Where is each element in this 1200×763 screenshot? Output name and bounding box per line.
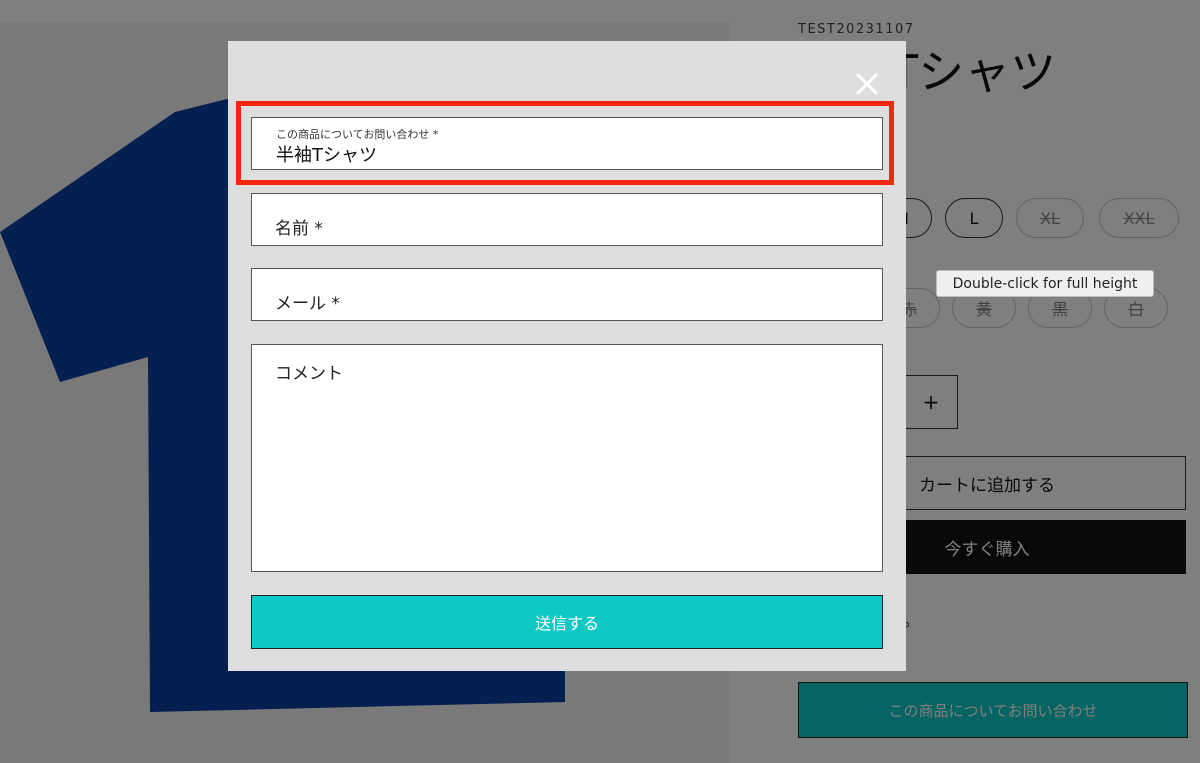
inquiry-modal: この商品についてお問い合わせ * 半袖Tシャツ 名前 * メール * コメント … xyxy=(228,41,906,671)
email-field-placeholder: メール * xyxy=(275,294,340,314)
comment-field[interactable]: コメント xyxy=(251,344,883,572)
product-inquiry-field-label: この商品についてお問い合わせ * xyxy=(276,128,439,141)
close-icon[interactable] xyxy=(854,71,880,97)
product-inquiry-field-value: 半袖Tシャツ xyxy=(276,145,377,166)
comment-field-placeholder: コメント xyxy=(275,364,343,384)
email-field[interactable]: メール * xyxy=(251,268,883,321)
tooltip: Double-click for full height xyxy=(936,270,1154,297)
submit-button[interactable]: 送信する xyxy=(251,595,883,649)
product-inquiry-field[interactable]: この商品についてお問い合わせ * 半袖Tシャツ xyxy=(251,117,883,170)
name-field[interactable]: 名前 * xyxy=(251,193,883,246)
name-field-placeholder: 名前 * xyxy=(275,219,323,239)
